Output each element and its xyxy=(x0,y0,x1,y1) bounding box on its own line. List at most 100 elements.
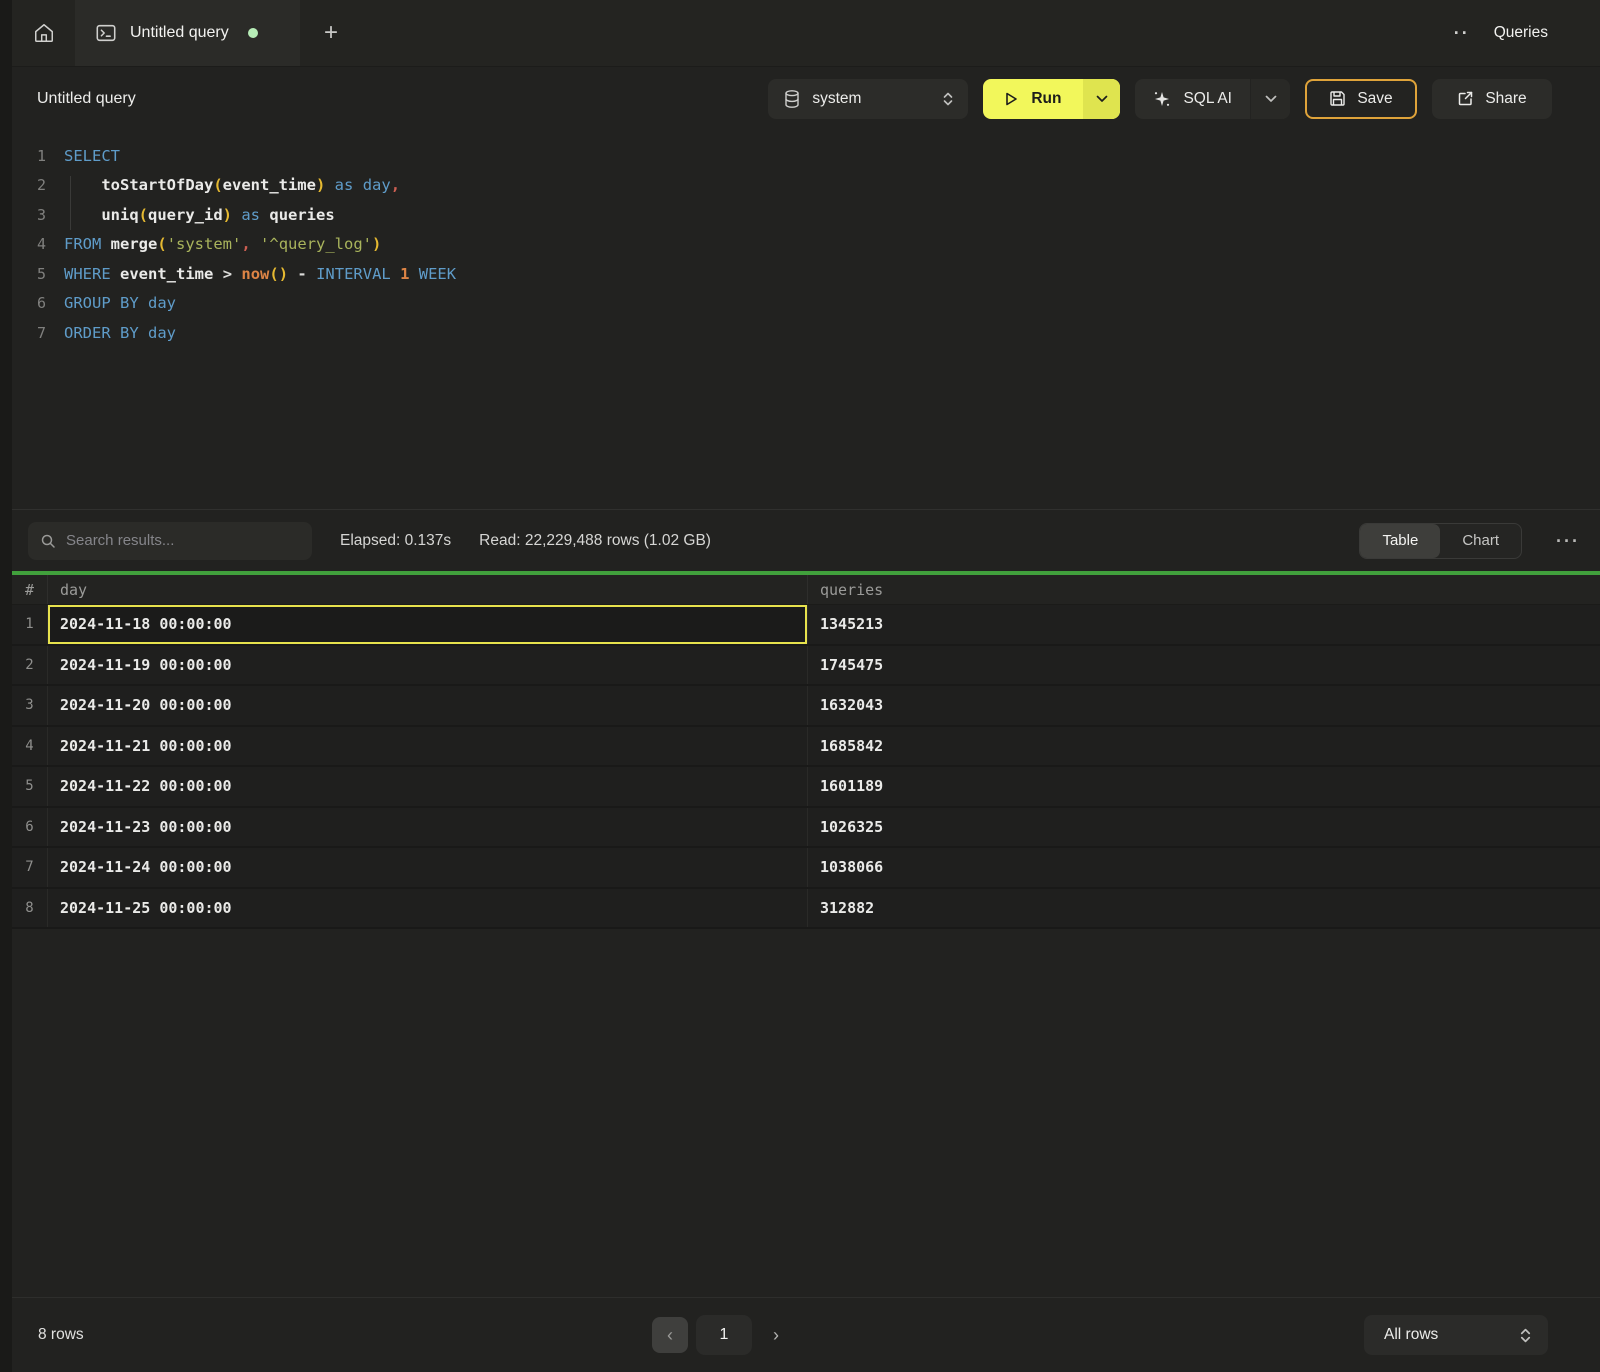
line-number: 5 xyxy=(12,265,46,283)
code-line[interactable]: 6 GROUP BY day xyxy=(12,289,1600,319)
run-button-label: Run xyxy=(1031,90,1061,108)
code-line[interactable]: 2 toStartOfDay(event_time) as day, xyxy=(12,171,1600,201)
view-tab-chart[interactable]: Chart xyxy=(1440,524,1521,558)
table-row[interactable]: 12024-11-18 00:00:001345213 xyxy=(12,605,1600,646)
sql-console-window: Untitled query + ·· Queries Untitled que… xyxy=(0,0,1600,1372)
cell-day[interactable]: 2024-11-25 00:00:00 xyxy=(48,889,808,928)
code-text: FROM merge('system', '^query_log') xyxy=(64,235,381,253)
search-results-box[interactable] xyxy=(28,522,312,560)
elapsed-stat: Elapsed: 0.137s xyxy=(340,532,451,550)
tab-untitled-query[interactable]: Untitled query xyxy=(75,0,300,66)
code-lines: 1SELECT2 toStartOfDay(event_time) as day… xyxy=(12,141,1600,348)
more-options-icon[interactable]: ·· xyxy=(1454,24,1470,42)
tab-bar-spacer xyxy=(362,0,1454,66)
queries-link[interactable]: Queries xyxy=(1494,24,1548,42)
terminal-icon xyxy=(95,22,117,44)
row-number: 4 xyxy=(12,727,48,766)
cell-queries[interactable]: 312882 xyxy=(808,889,1600,928)
sql-ai-caret[interactable] xyxy=(1250,79,1290,119)
sql-editor[interactable]: 1SELECT2 toStartOfDay(event_time) as day… xyxy=(12,130,1600,509)
line-number: 4 xyxy=(12,235,46,253)
current-page-button[interactable]: 1 xyxy=(696,1315,752,1355)
new-tab-button[interactable]: + xyxy=(300,0,362,66)
row-number: 1 xyxy=(12,605,48,644)
home-icon xyxy=(33,22,55,44)
cell-queries[interactable]: 1601189 xyxy=(808,767,1600,806)
cell-day[interactable]: 2024-11-19 00:00:00 xyxy=(48,646,808,685)
code-line[interactable]: 5 WHERE event_time > now() - INTERVAL 1 W… xyxy=(12,259,1600,289)
chevron-right-icon: › xyxy=(773,1325,779,1346)
share-button[interactable]: Share xyxy=(1432,79,1552,119)
query-title: Untitled query xyxy=(37,90,136,108)
run-options-caret[interactable] xyxy=(1083,79,1120,119)
sparkle-icon xyxy=(1153,90,1171,108)
code-line[interactable]: 3 uniq(query_id) as queries xyxy=(12,200,1600,230)
results-footer: 8 rows ‹ 1 › All rows xyxy=(12,1297,1600,1372)
page-size-selector[interactable]: All rows xyxy=(1364,1315,1548,1355)
chevron-left-icon: ‹ xyxy=(667,1325,673,1346)
row-number: 2 xyxy=(12,646,48,685)
cell-queries[interactable]: 1632043 xyxy=(808,686,1600,725)
tab-title: Untitled query xyxy=(130,24,229,42)
search-icon xyxy=(40,533,56,549)
row-count: 8 rows xyxy=(38,1326,84,1344)
table-row[interactable]: 72024-11-24 00:00:001038066 xyxy=(12,848,1600,889)
toolbar-actions: system Run xyxy=(768,79,1600,119)
home-button[interactable] xyxy=(12,0,75,66)
cell-queries[interactable]: 1026325 xyxy=(808,808,1600,847)
run-button[interactable]: Run xyxy=(983,79,1120,119)
run-button-main[interactable]: Run xyxy=(983,79,1083,119)
updown-chevron-icon xyxy=(1519,1327,1532,1344)
save-icon xyxy=(1329,90,1346,107)
table-row[interactable]: 42024-11-21 00:00:001685842 xyxy=(12,727,1600,768)
cell-day[interactable]: 2024-11-18 00:00:00 xyxy=(48,605,808,644)
code-line[interactable]: 1SELECT xyxy=(12,141,1600,171)
sql-ai-button[interactable]: SQL AI xyxy=(1135,79,1290,119)
code-line[interactable]: 7ORDER BY day xyxy=(12,318,1600,348)
main-area: Untitled query + ·· Queries Untitled que… xyxy=(12,0,1600,1372)
database-selector[interactable]: system xyxy=(768,79,968,119)
cell-day[interactable]: 2024-11-20 00:00:00 xyxy=(48,686,808,725)
database-icon xyxy=(784,90,800,108)
next-page-button[interactable]: › xyxy=(760,1317,792,1353)
line-number: 1 xyxy=(12,147,46,165)
cell-queries[interactable]: 1685842 xyxy=(808,727,1600,766)
unsaved-changes-dot xyxy=(248,28,258,38)
results-more-icon[interactable]: ··· xyxy=(1556,532,1580,550)
cell-day[interactable]: 2024-11-23 00:00:00 xyxy=(48,808,808,847)
pagination: ‹ 1 › xyxy=(652,1315,792,1355)
column-header-index[interactable]: # xyxy=(12,575,48,604)
column-header-queries[interactable]: queries xyxy=(808,575,1600,604)
query-toolbar: Untitled query system xyxy=(12,67,1600,130)
code-line[interactable]: 4 FROM merge('system', '^query_log') xyxy=(12,230,1600,260)
sql-ai-main[interactable]: SQL AI xyxy=(1135,79,1250,119)
cell-queries[interactable]: 1038066 xyxy=(808,848,1600,887)
line-number: 2 xyxy=(12,176,46,194)
row-number: 7 xyxy=(12,848,48,887)
database-selector-value: system xyxy=(812,90,930,108)
column-header-day[interactable]: day xyxy=(48,575,808,604)
line-number: 6 xyxy=(12,294,46,312)
tab-bar: Untitled query + ·· Queries xyxy=(12,0,1600,67)
indent-guide xyxy=(70,176,71,230)
view-tab-table[interactable]: Table xyxy=(1360,524,1440,558)
cell-day[interactable]: 2024-11-21 00:00:00 xyxy=(48,727,808,766)
table-row[interactable]: 62024-11-23 00:00:001026325 xyxy=(12,808,1600,849)
save-button[interactable]: Save xyxy=(1305,79,1417,119)
table-row[interactable]: 82024-11-25 00:00:00312882 xyxy=(12,889,1600,930)
table-row[interactable]: 32024-11-20 00:00:001632043 xyxy=(12,686,1600,727)
cell-queries[interactable]: 1345213 xyxy=(808,605,1600,644)
code-text: GROUP BY day xyxy=(64,294,176,312)
view-toggle: Table Chart xyxy=(1359,523,1522,559)
code-text: uniq(query_id) as queries xyxy=(64,206,335,224)
previous-page-button[interactable]: ‹ xyxy=(652,1317,688,1353)
table-row[interactable]: 22024-11-19 00:00:001745475 xyxy=(12,646,1600,687)
table-row[interactable]: 52024-11-22 00:00:001601189 xyxy=(12,767,1600,808)
cell-queries[interactable]: 1745475 xyxy=(808,646,1600,685)
cell-day[interactable]: 2024-11-22 00:00:00 xyxy=(48,767,808,806)
read-stat: Read: 22,229,488 rows (1.02 GB) xyxy=(479,532,711,550)
results-toolbar: Elapsed: 0.137s Read: 22,229,488 rows (1… xyxy=(12,509,1600,571)
cell-day[interactable]: 2024-11-24 00:00:00 xyxy=(48,848,808,887)
search-results-input[interactable] xyxy=(66,532,300,549)
code-text: WHERE event_time > now() - INTERVAL 1 WE… xyxy=(64,265,456,283)
